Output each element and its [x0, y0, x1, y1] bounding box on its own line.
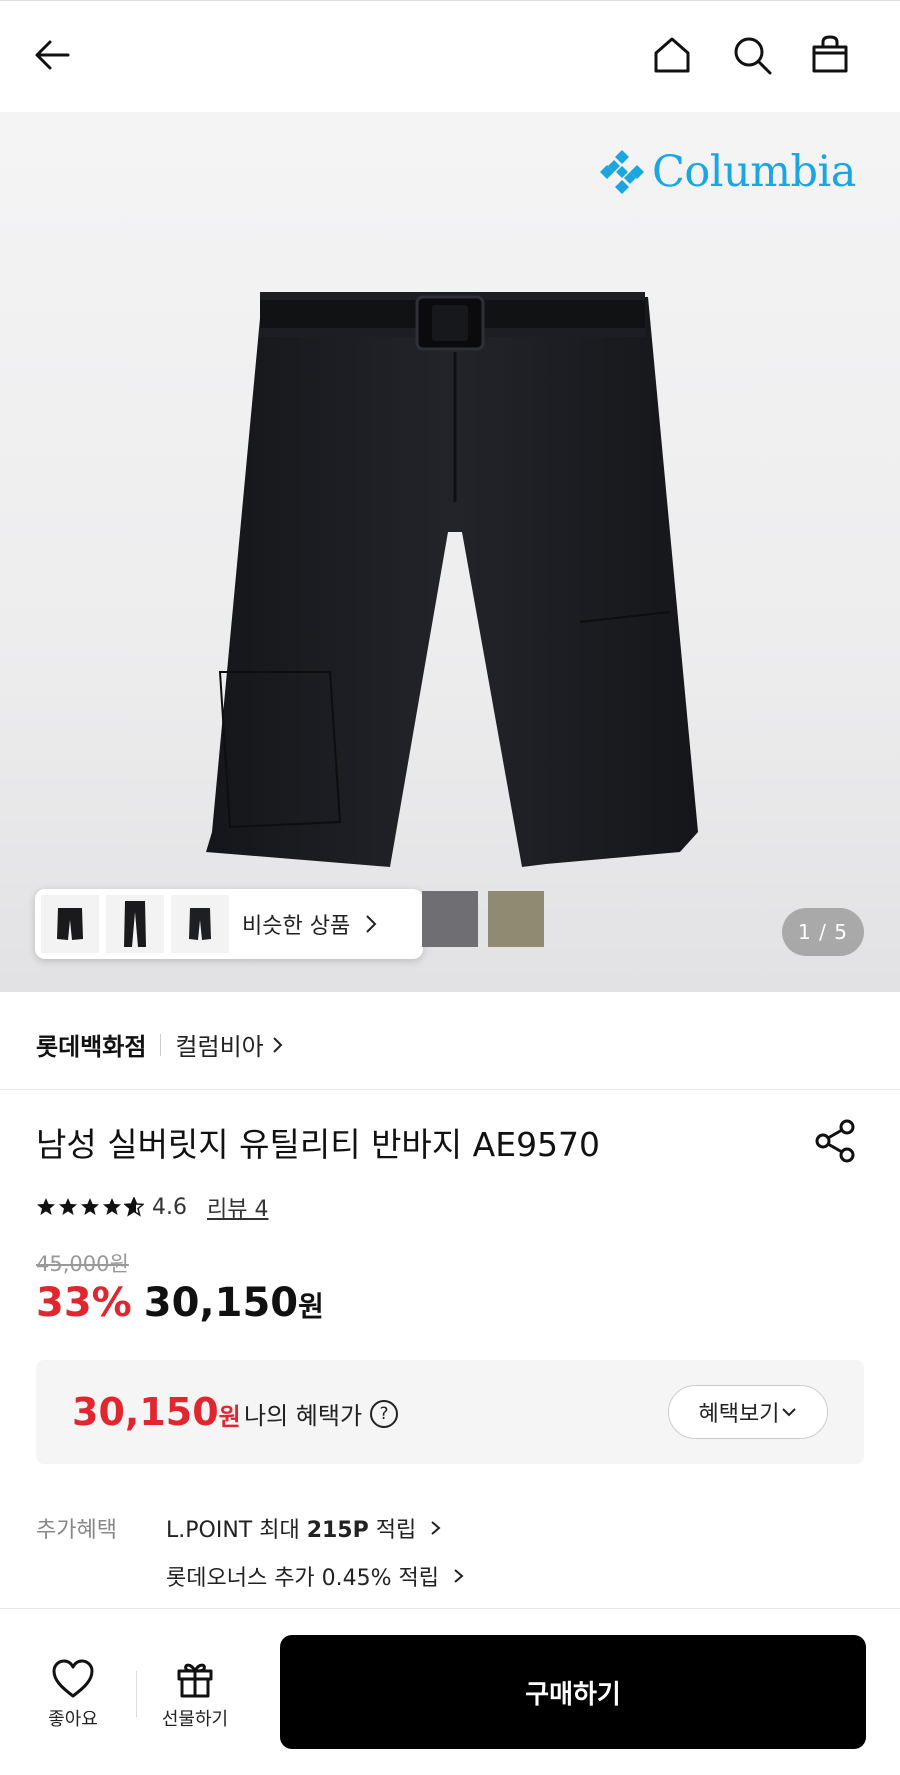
store-name: 롯데백화점 — [36, 1033, 147, 1061]
brand-link[interactable]: 컬럼비아 — [175, 1027, 263, 1062]
heart-icon — [52, 1659, 94, 1698]
benefit-price-unit: 원 — [218, 1403, 241, 1431]
lpoint-prefix: L.POINT 최대 — [166, 1518, 307, 1543]
gift-icon — [177, 1663, 213, 1698]
product-image-gallery[interactable]: Columbia 비슷한 상품 1 / 5 — [0, 112, 900, 992]
home-icon — [654, 37, 690, 73]
view-benefits-label: 혜택보기 — [698, 1402, 780, 1427]
similar-thumb-shorts[interactable] — [41, 895, 99, 953]
benefit-label-row: 나의 혜택가 ? — [244, 1396, 399, 1431]
divider — [136, 1671, 137, 1717]
lpoint-benefit-link[interactable]: L.POINT 최대 215P 적립 — [166, 1512, 443, 1544]
buy-button[interactable]: 구매하기 — [280, 1635, 866, 1749]
benefit-price-box: 30,150 원 나의 혜택가 ? 혜택보기 — [36, 1360, 864, 1464]
help-icon[interactable]: ? — [370, 1399, 399, 1428]
gift-button[interactable]: 선물하기 — [150, 1659, 240, 1731]
like-label: 좋아요 — [48, 1709, 98, 1730]
original-price: 45,000원 — [36, 1252, 129, 1276]
lotte-owners-benefit-link[interactable]: 롯데오너스 추가 0.45% 적립 — [166, 1560, 466, 1592]
star-icon — [81, 1198, 99, 1215]
divider — [160, 1033, 162, 1056]
chevron-down-icon — [782, 1408, 797, 1417]
image-counter: 1 / 5 — [782, 908, 864, 956]
product-title: 남성 실버릿지 유틸리티 반바지 AE9570 — [36, 1125, 601, 1164]
star-icon — [59, 1198, 77, 1215]
lpoint-amount: 215P — [306, 1518, 369, 1543]
shopping-bag-icon — [812, 35, 848, 73]
extra-benefits-label: 추가혜택 — [36, 1518, 117, 1543]
benefit-price: 30,150 원 — [72, 1390, 241, 1434]
rating-row: 4.6 리뷰 4 — [36, 1190, 268, 1224]
share-icon — [815, 1119, 855, 1163]
benefit-label: 나의 혜택가 — [244, 1402, 363, 1430]
chevron-right-icon — [366, 915, 377, 933]
price-row: 33% 30,150 원 — [36, 1280, 324, 1326]
rating-value: 4.6 — [152, 1194, 187, 1220]
lotte-owners-text: 롯데오너스 추가 0.45% 적립 — [166, 1566, 440, 1591]
similar-products-label: 비슷한 상품 — [242, 914, 351, 939]
gift-label: 선물하기 — [161, 1709, 229, 1730]
sale-price-unit: 원 — [298, 1290, 324, 1323]
back-button[interactable] — [28, 31, 76, 79]
sale-price: 30,150 — [143, 1280, 299, 1326]
chevron-right-icon — [273, 1036, 283, 1053]
brand-logo: Columbia — [598, 147, 856, 197]
review-link[interactable]: 리뷰 4 — [207, 1191, 268, 1223]
cart-button[interactable] — [806, 31, 854, 79]
like-button[interactable]: 좋아요 — [28, 1659, 118, 1731]
seller-row: 롯데백화점 컬럼비아 — [0, 1000, 900, 1090]
brand-logo-text: Columbia — [652, 147, 856, 197]
star-icon — [103, 1198, 121, 1215]
product-image-shorts — [206, 292, 698, 867]
rating-stars — [36, 1197, 144, 1217]
similar-thumb-pants[interactable] — [106, 895, 164, 953]
color-swatch-khaki[interactable] — [488, 891, 544, 947]
home-button[interactable] — [648, 31, 696, 79]
chevron-right-icon — [431, 1521, 441, 1535]
star-icon — [37, 1198, 55, 1215]
similar-thumb-shorts-2[interactable] — [171, 895, 229, 953]
star-half-icon — [124, 1197, 144, 1217]
benefit-price-value: 30,150 — [72, 1390, 219, 1434]
search-icon — [734, 37, 772, 75]
lpoint-suffix: 적립 — [368, 1518, 417, 1543]
columbia-diamond-logo-icon — [600, 150, 644, 194]
color-swatch-gray[interactable] — [422, 891, 478, 947]
similar-products-bar[interactable]: 비슷한 상품 — [35, 889, 423, 959]
arrow-left-icon — [35, 40, 70, 70]
view-benefits-button[interactable]: 혜택보기 — [668, 1385, 828, 1439]
top-app-bar — [0, 0, 900, 112]
discount-rate: 33% — [36, 1280, 132, 1326]
search-button[interactable] — [728, 31, 776, 79]
share-button[interactable] — [812, 1118, 858, 1164]
bottom-action-bar: 좋아요 선물하기 구매하기 — [0, 1608, 900, 1775]
chevron-right-icon — [454, 1569, 464, 1583]
